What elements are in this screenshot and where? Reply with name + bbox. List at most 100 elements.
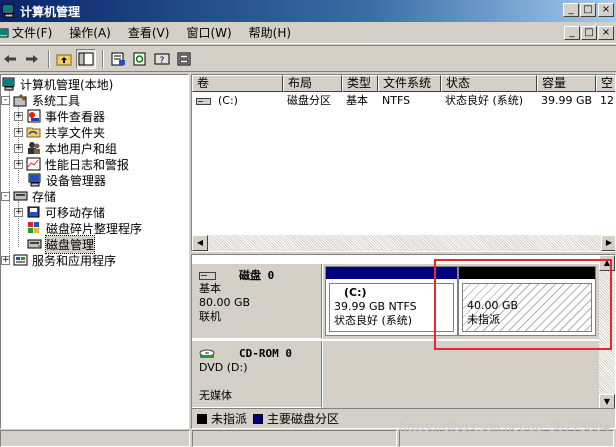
disk-properties-button[interactable] [174,49,194,69]
shared-folder-icon [26,125,42,139]
menu-view[interactable]: 查看(V) [120,24,179,41]
cell-type: 基本 [346,94,368,107]
expand-toggle[interactable]: + [14,207,23,217]
disk0-info[interactable]: 磁盘 0 基本 80.00 GB 联机 [192,264,322,339]
collapse-toggle[interactable]: - [1,95,10,105]
horizontal-scrollbar[interactable]: ◀ ▶ [192,235,615,251]
volume-list[interactable]: 卷 布局 类型 文件系统 状态 容量 空 (C:) 磁盘分区 基本 NTFS 状… [191,74,616,252]
cell-layout: 磁盘分区 [287,94,331,107]
tree-local-users[interactable]: + 本地用户和组 [14,140,117,156]
back-arrow-icon [4,54,16,63]
tree-shared-folders[interactable]: + 共享文件夹 [14,124,105,140]
cdrom0-name: CD-ROM 0 [239,346,292,360]
col-capacity[interactable]: 容量 [537,75,596,92]
close-button[interactable]: × [598,3,614,17]
cell-free: 12 [600,94,614,107]
status-segment [0,430,190,447]
cell-status: 状态良好 (系统) [445,94,524,107]
col-filesystem[interactable]: 文件系统 [378,75,441,92]
defrag-icon [27,221,43,235]
tree-removable-storage[interactable]: + 可移动存储 [14,204,105,220]
hard-disk-icon [199,272,216,280]
col-layout[interactable]: 布局 [283,75,342,92]
tree-label: 存储 [32,189,57,204]
services-icon [13,253,29,267]
mdi-minimize-button[interactable]: _ [564,26,580,40]
tree-label: 设备管理器 [46,173,107,188]
disk0-name: 磁盘 0 [239,269,275,282]
show-hide-tree-button[interactable] [76,48,96,69]
scroll-right-button[interactable]: ▶ [601,235,615,251]
tree-services-apps[interactable]: + 服务和应用程序 [1,252,116,268]
menu-action[interactable]: 操作(A) [61,24,120,41]
svg-text:?: ? [160,56,165,66]
volume-name: (C:) [218,94,238,107]
help-icon: ? [154,53,170,66]
tree-label: 共享文件夹 [45,125,106,140]
cdrom0-media: 无媒体 [199,389,232,402]
cell-volume: (C:) [192,93,283,109]
expand-toggle[interactable]: + [1,255,10,265]
tree-event-viewer[interactable]: + 事件查看器 [14,108,105,124]
partition-c-detail: 39.99 GB NTFS [334,300,417,313]
expand-toggle[interactable]: + [14,111,23,121]
scroll-track[interactable] [208,235,601,251]
removable-storage-icon [26,205,42,219]
watermark: https://blog.csdn.net/qq_36773804 [399,420,610,434]
col-free[interactable]: 空 [596,75,615,92]
device-manager-icon [27,173,43,187]
expand-toggle[interactable]: + [14,143,23,153]
users-icon [26,141,42,155]
tree-perf-logs[interactable]: + 性能日志和警报 [14,156,129,172]
tree-label: 可移动存储 [45,205,106,220]
forward-button[interactable] [22,49,42,69]
tree-label: 磁盘碎片整理程序 [46,221,143,236]
tree-connector [9,90,10,260]
collapse-toggle[interactable]: - [1,191,10,201]
console-tree[interactable]: 计算机管理(本地) - 系统工具 + 事件查看器 + 共享文件夹 + 本地用户和… [0,74,189,429]
table-row[interactable]: (C:) 磁盘分区 基本 NTFS 状态良好 (系统) 39.99 GB 12 [192,93,615,109]
partition-c-status: 状态良好 (系统) [334,314,413,327]
mdi-close-button[interactable]: × [598,26,614,40]
legend-unallocated-swatch [197,413,207,424]
tree-disk-management[interactable]: 磁盘管理 [27,234,96,254]
up-folder-icon [56,54,72,65]
tree-device-manager[interactable]: 设备管理器 [27,172,106,188]
scroll-left-button[interactable]: ◀ [192,235,208,251]
col-type[interactable]: 类型 [342,75,378,92]
tree-root[interactable]: 计算机管理(本地) [1,76,113,92]
tree-storage[interactable]: - 存储 [1,188,56,204]
event-viewer-icon [26,109,42,123]
cdrom0-type: DVD (D:) [199,361,248,374]
tree-label: 性能日志和警报 [45,157,130,172]
mdi-doc-icon[interactable] [0,27,10,39]
expand-toggle[interactable]: + [14,159,23,169]
properties-button[interactable] [108,49,128,69]
drive-icon [196,98,211,105]
up-one-level-button[interactable] [54,49,74,69]
toolbar-separator [48,49,50,68]
help-button[interactable]: ? [152,49,172,69]
back-button[interactable] [0,49,20,69]
menu-help[interactable]: 帮助(H) [241,24,300,41]
expand-toggle[interactable]: + [14,127,23,137]
menu-file[interactable]: 文件(F) [12,24,61,41]
tree-system-tools[interactable]: - 系统工具 [1,92,80,108]
refresh-icon [133,52,146,65]
menu-bar: 文件(F) 操作(A) 查看(V) 窗口(W) 帮助(H) _ □ × [0,22,616,44]
col-volume[interactable]: 卷 [192,75,283,92]
refresh-button[interactable] [130,49,150,69]
legend-unallocated: 未指派 [211,412,248,426]
col-status[interactable]: 状态 [441,75,537,92]
menu-window[interactable]: 窗口(W) [178,24,240,41]
maximize-button[interactable]: □ [580,3,596,17]
disk0-size: 80.00 GB [199,296,251,309]
minimize-button[interactable]: _ [563,3,579,17]
system-tools-icon [13,93,29,107]
cd-drive-icon [199,349,215,358]
cdrom0-info[interactable]: CD-ROM 0 DVD (D:) 无媒体 [192,341,322,408]
tree-defrag[interactable]: 磁盘碎片整理程序 [27,220,142,236]
storage-icon [13,189,29,203]
computer-icon [1,77,17,91]
mdi-restore-button[interactable]: □ [581,26,597,40]
